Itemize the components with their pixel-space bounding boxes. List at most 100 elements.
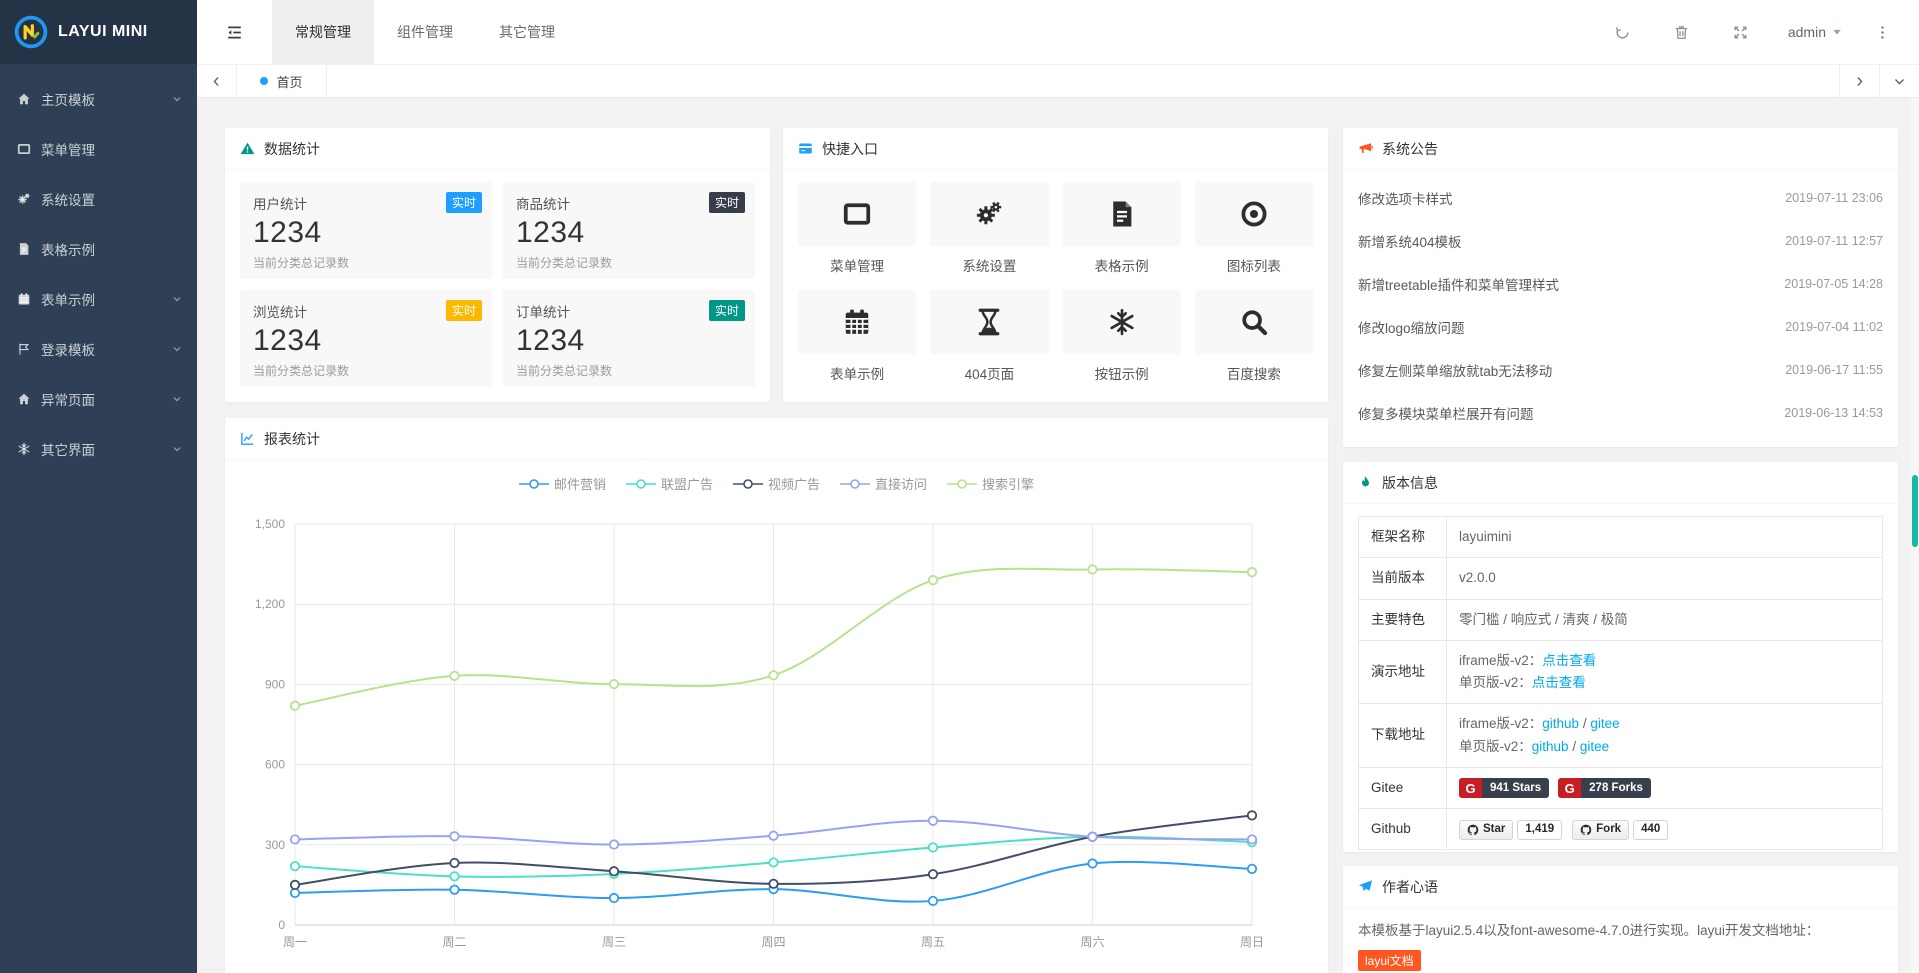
version-link[interactable]: github — [1532, 739, 1569, 754]
stat-value: 1234 — [253, 216, 479, 250]
menu-collapse-button[interactable] — [197, 0, 272, 64]
version-link[interactable]: github — [1542, 716, 1579, 731]
realtime-badge: 实时 — [446, 300, 482, 321]
quick-entry-6[interactable]: 404页面 — [930, 290, 1048, 383]
author-card: 作者心语 本模板基于layui2.5.4以及font-awesome-4.7.0… — [1343, 866, 1898, 973]
quick-entry-8[interactable]: 百度搜索 — [1195, 290, 1313, 383]
legend-item-2[interactable]: 联盟广告 — [626, 474, 713, 493]
github-count: 1,419 — [1517, 820, 1562, 840]
layui-doc-badge[interactable]: layui文档 — [1358, 950, 1421, 971]
quick-entry-2[interactable]: 系统设置 — [930, 182, 1048, 275]
gitee-badge-text: 941 Stars — [1482, 778, 1549, 798]
link-prefix: 单页版-v2： — [1459, 739, 1532, 754]
header-tab-2[interactable]: 组件管理 — [374, 0, 476, 64]
report-card-title: 报表统计 — [264, 429, 320, 449]
quick-entry-label: 表格示例 — [1063, 255, 1181, 275]
window-icon — [17, 142, 41, 156]
more-vertical-icon[interactable] — [1860, 24, 1897, 41]
legend-item-1[interactable]: 邮件营销 — [519, 474, 606, 493]
version-row-label: Github — [1359, 809, 1447, 850]
logo[interactable]: LAYUI MINI — [0, 0, 197, 64]
legend-marker — [626, 477, 656, 491]
github-count: 440 — [1633, 820, 1668, 840]
gitee-badge[interactable]: G278 Forks — [1558, 778, 1651, 798]
sidebar-item-2[interactable]: 菜单管理 — [0, 124, 197, 174]
version-link[interactable]: gitee — [1580, 739, 1609, 754]
sidebar-item-label: 表单示例 — [41, 289, 171, 309]
legend-item-3[interactable]: 视频广告 — [733, 474, 820, 493]
tab-home[interactable]: 首页 — [237, 65, 327, 97]
notice-text: 修改logo缩放问题 — [1358, 317, 1465, 337]
line-chart-icon — [240, 431, 255, 446]
snowflake-icon — [17, 442, 41, 456]
notice-item-4[interactable]: 修改logo缩放问题2019-07-04 11:02 — [1358, 305, 1883, 348]
notice-item-5[interactable]: 修复左侧菜单缩放就tab无法移动2019-06-17 11:55 — [1358, 348, 1883, 391]
version-link[interactable]: 点击查看 — [1542, 653, 1596, 668]
clear-cache-icon[interactable] — [1652, 24, 1711, 41]
stat-value: 1234 — [516, 324, 742, 358]
quick-entry-3[interactable]: 表格示例 — [1063, 182, 1181, 275]
stats-card-title: 数据统计 — [264, 139, 320, 159]
tab-menu-dropdown-button[interactable] — [1879, 65, 1919, 97]
sidebar-item-4[interactable]: 表格示例 — [0, 224, 197, 274]
version-row-7: Github Star 1,419 Fork440 — [1359, 809, 1883, 850]
tab-scroll-left-button[interactable] — [197, 65, 237, 97]
notice-item-2[interactable]: 新增系统404模板2019-07-11 12:57 — [1358, 219, 1883, 262]
header-tab-3[interactable]: 其它管理 — [476, 0, 578, 64]
legend-label: 搜索引擎 — [982, 474, 1034, 493]
gitee-logo-icon: G — [1558, 778, 1581, 798]
notice-text: 新增treetable插件和菜单管理样式 — [1358, 274, 1559, 294]
quick-entry-card: 快捷入口 菜单管理系统设置表格示例图标列表表单示例404页面按钮示例百度搜索 — [783, 128, 1328, 402]
legend-marker — [733, 477, 763, 491]
stat-desc: 当前分类总记录数 — [516, 362, 742, 379]
warning-triangle-icon — [240, 141, 255, 156]
notice-item-3[interactable]: 新增treetable插件和菜单管理样式 2019-07-05 14:28 — [1358, 262, 1883, 305]
svg-text:周五: 周五 — [921, 935, 945, 949]
notice-item-1[interactable]: 修改选项卡样式2019-07-11 23:06 — [1358, 176, 1883, 219]
author-card-title: 作者心语 — [1382, 877, 1438, 897]
refresh-icon[interactable] — [1593, 24, 1652, 41]
scrollbar-thumb[interactable] — [1912, 475, 1918, 547]
quick-entry-1[interactable]: 菜单管理 — [798, 182, 916, 275]
header-tab-1[interactable]: 常规管理 — [272, 0, 374, 64]
version-row-5: 下载地址iframe版-v2：github / gitee单页版-v2：gith… — [1359, 704, 1883, 768]
legend-item-5[interactable]: 搜索引擎 — [947, 474, 1034, 493]
notice-item-6[interactable]: 修复多模块菜单栏展开有问题2019-06-13 14:53 — [1358, 391, 1883, 434]
quick-card-title: 快捷入口 — [822, 139, 878, 159]
github-badge[interactable]: Star 1,419 — [1459, 820, 1562, 840]
gitee-badge[interactable]: G941 Stars — [1459, 778, 1549, 798]
author-text-line1: 本模板基于layui2.5.4以及font-awesome-4.7.0进行实现。… — [1358, 920, 1883, 943]
version-link[interactable]: gitee — [1590, 716, 1619, 731]
version-row-label: 框架名称 — [1359, 517, 1447, 558]
notice-date: 2019-07-05 14:28 — [1784, 277, 1883, 291]
sidebar-item-7[interactable]: 异常页面 — [0, 374, 197, 424]
quick-entry-7[interactable]: 按钮示例 — [1063, 290, 1181, 383]
quick-entry-5[interactable]: 表单示例 — [798, 290, 916, 383]
tab-scroll-right-button[interactable] — [1839, 65, 1879, 97]
quick-entry-4[interactable]: 图标列表 — [1195, 182, 1313, 275]
chevron-down-icon — [171, 393, 183, 405]
sidebar-menu: 主页模板菜单管理系统设置表格示例表单示例登录模板异常页面其它界面 — [0, 64, 197, 474]
sidebar-item-3[interactable]: 系统设置 — [0, 174, 197, 224]
version-card: 版本信息 框架名称layuimini当前版本v2.0.0主要特色零门槛 / 响应… — [1343, 462, 1898, 852]
chevron-down-icon — [171, 93, 183, 105]
stat-desc: 当前分类总记录数 — [253, 362, 479, 379]
home-icon — [17, 392, 41, 406]
legend-label: 视频广告 — [768, 474, 820, 493]
github-badge[interactable]: Fork440 — [1572, 820, 1668, 840]
sidebar-item-label: 登录模板 — [41, 339, 171, 359]
sidebar-item-8[interactable]: 其它界面 — [0, 424, 197, 474]
stat-value: 1234 — [516, 216, 742, 250]
fullscreen-icon[interactable] — [1711, 24, 1770, 41]
octocat-icon — [1467, 824, 1479, 836]
version-row-label: 当前版本 — [1359, 558, 1447, 599]
legend-item-4[interactable]: 直接访问 — [840, 474, 927, 493]
username: admin — [1788, 24, 1826, 40]
sidebar-item-6[interactable]: 登录模板 — [0, 324, 197, 374]
sidebar-item-5[interactable]: 表单示例 — [0, 274, 197, 324]
user-menu[interactable]: admin — [1770, 24, 1860, 40]
sidebar-item-1[interactable]: 主页模板 — [0, 74, 197, 124]
gears-icon — [930, 182, 1048, 246]
github-button-label: Star — [1483, 820, 1505, 839]
version-link[interactable]: 点击查看 — [1532, 675, 1586, 690]
